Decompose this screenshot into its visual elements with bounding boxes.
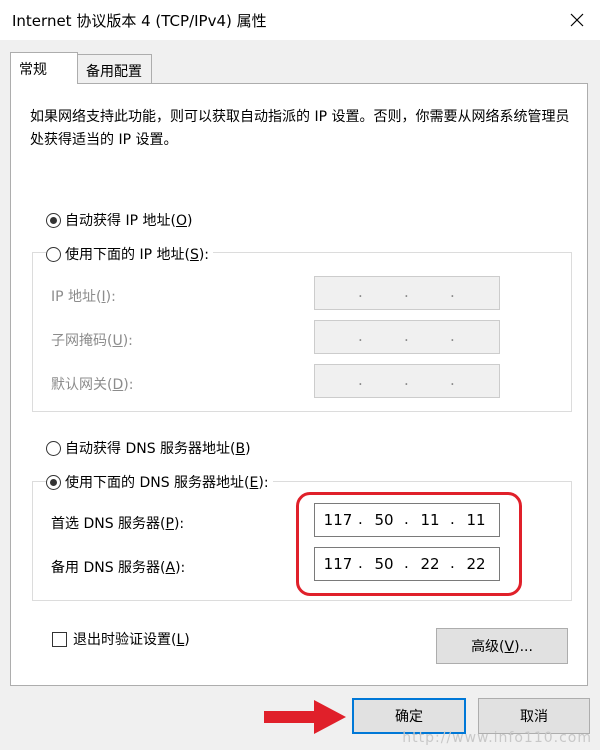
radio-auto-ip-label: 自动获得 IP 地址(O): [65, 213, 193, 229]
title-bar: Internet 协议版本 4 (TCP/IPv4) 属性: [0, 0, 600, 40]
cancel-button-label: 取消: [520, 709, 548, 725]
ip-address-label: IP 地址(I):: [51, 289, 116, 305]
tab-alternate-config[interactable]: 备用配置: [77, 54, 152, 84]
tab-general[interactable]: 常规: [10, 52, 78, 84]
cancel-button[interactable]: 取消: [478, 698, 590, 734]
validate-on-exit-label: 退出时验证设置(L): [73, 632, 190, 648]
validate-on-exit-checkbox[interactable]: 退出时验证设置(L): [52, 629, 190, 649]
ok-button[interactable]: 确定: [352, 698, 466, 734]
radio-manual-dns[interactable]: 使用下面的 DNS 服务器地址(E):: [46, 472, 273, 492]
window-title: Internet 协议版本 4 (TCP/IPv4) 属性: [12, 12, 267, 30]
radio-auto-ip[interactable]: 自动获得 IP 地址(O): [46, 210, 192, 230]
subnet-mask-input[interactable]: . . .: [314, 320, 500, 354]
radio-manual-ip-label: 使用下面的 IP 地址(S):: [65, 247, 210, 263]
ip-address-input[interactable]: . . .: [314, 276, 500, 310]
checkbox-box: [52, 631, 67, 647]
default-gateway-label: 默认网关(D):: [51, 377, 134, 393]
preferred-dns-label: 首选 DNS 服务器(P):: [51, 516, 185, 532]
radio-manual-ip-circle: [46, 246, 61, 262]
advanced-button[interactable]: 高级(V)...: [436, 628, 568, 664]
alternate-dns-label: 备用 DNS 服务器(A):: [51, 560, 186, 576]
radio-auto-dns-circle: [46, 440, 61, 456]
arrow-icon: [264, 700, 346, 734]
radio-selected-dot: [50, 216, 57, 224]
advanced-button-label: 高级(V)...: [471, 639, 533, 655]
close-button[interactable]: [554, 0, 600, 40]
radio-auto-dns-label: 自动获得 DNS 服务器地址(B): [65, 441, 251, 457]
tab-alternate-config-label: 备用配置: [86, 64, 142, 80]
radio-auto-ip-circle: [46, 212, 61, 228]
radio-auto-dns[interactable]: 自动获得 DNS 服务器地址(B): [46, 438, 251, 458]
dialog-window: Internet 协议版本 4 (TCP/IPv4) 属性 常规 备用配置 如果…: [0, 0, 600, 750]
radio-selected-dot: [50, 478, 57, 486]
watermark: http://www.info110.com: [402, 730, 592, 746]
dns-highlight-annotation: [296, 492, 522, 596]
subnet-mask-label: 子网掩码(U):: [51, 333, 133, 349]
radio-manual-ip[interactable]: 使用下面的 IP 地址(S):: [46, 244, 214, 264]
radio-manual-dns-circle: [46, 474, 61, 490]
description-text: 如果网络支持此功能，则可以获取自动指派的 IP 设置。否则，你需要从网络系统管理…: [30, 109, 570, 148]
default-gateway-input[interactable]: . . .: [314, 364, 500, 398]
close-icon: [570, 13, 584, 27]
radio-manual-dns-label: 使用下面的 DNS 服务器地址(E):: [65, 475, 269, 491]
ok-button-label: 确定: [395, 709, 423, 725]
tab-general-label: 常规: [19, 62, 47, 78]
